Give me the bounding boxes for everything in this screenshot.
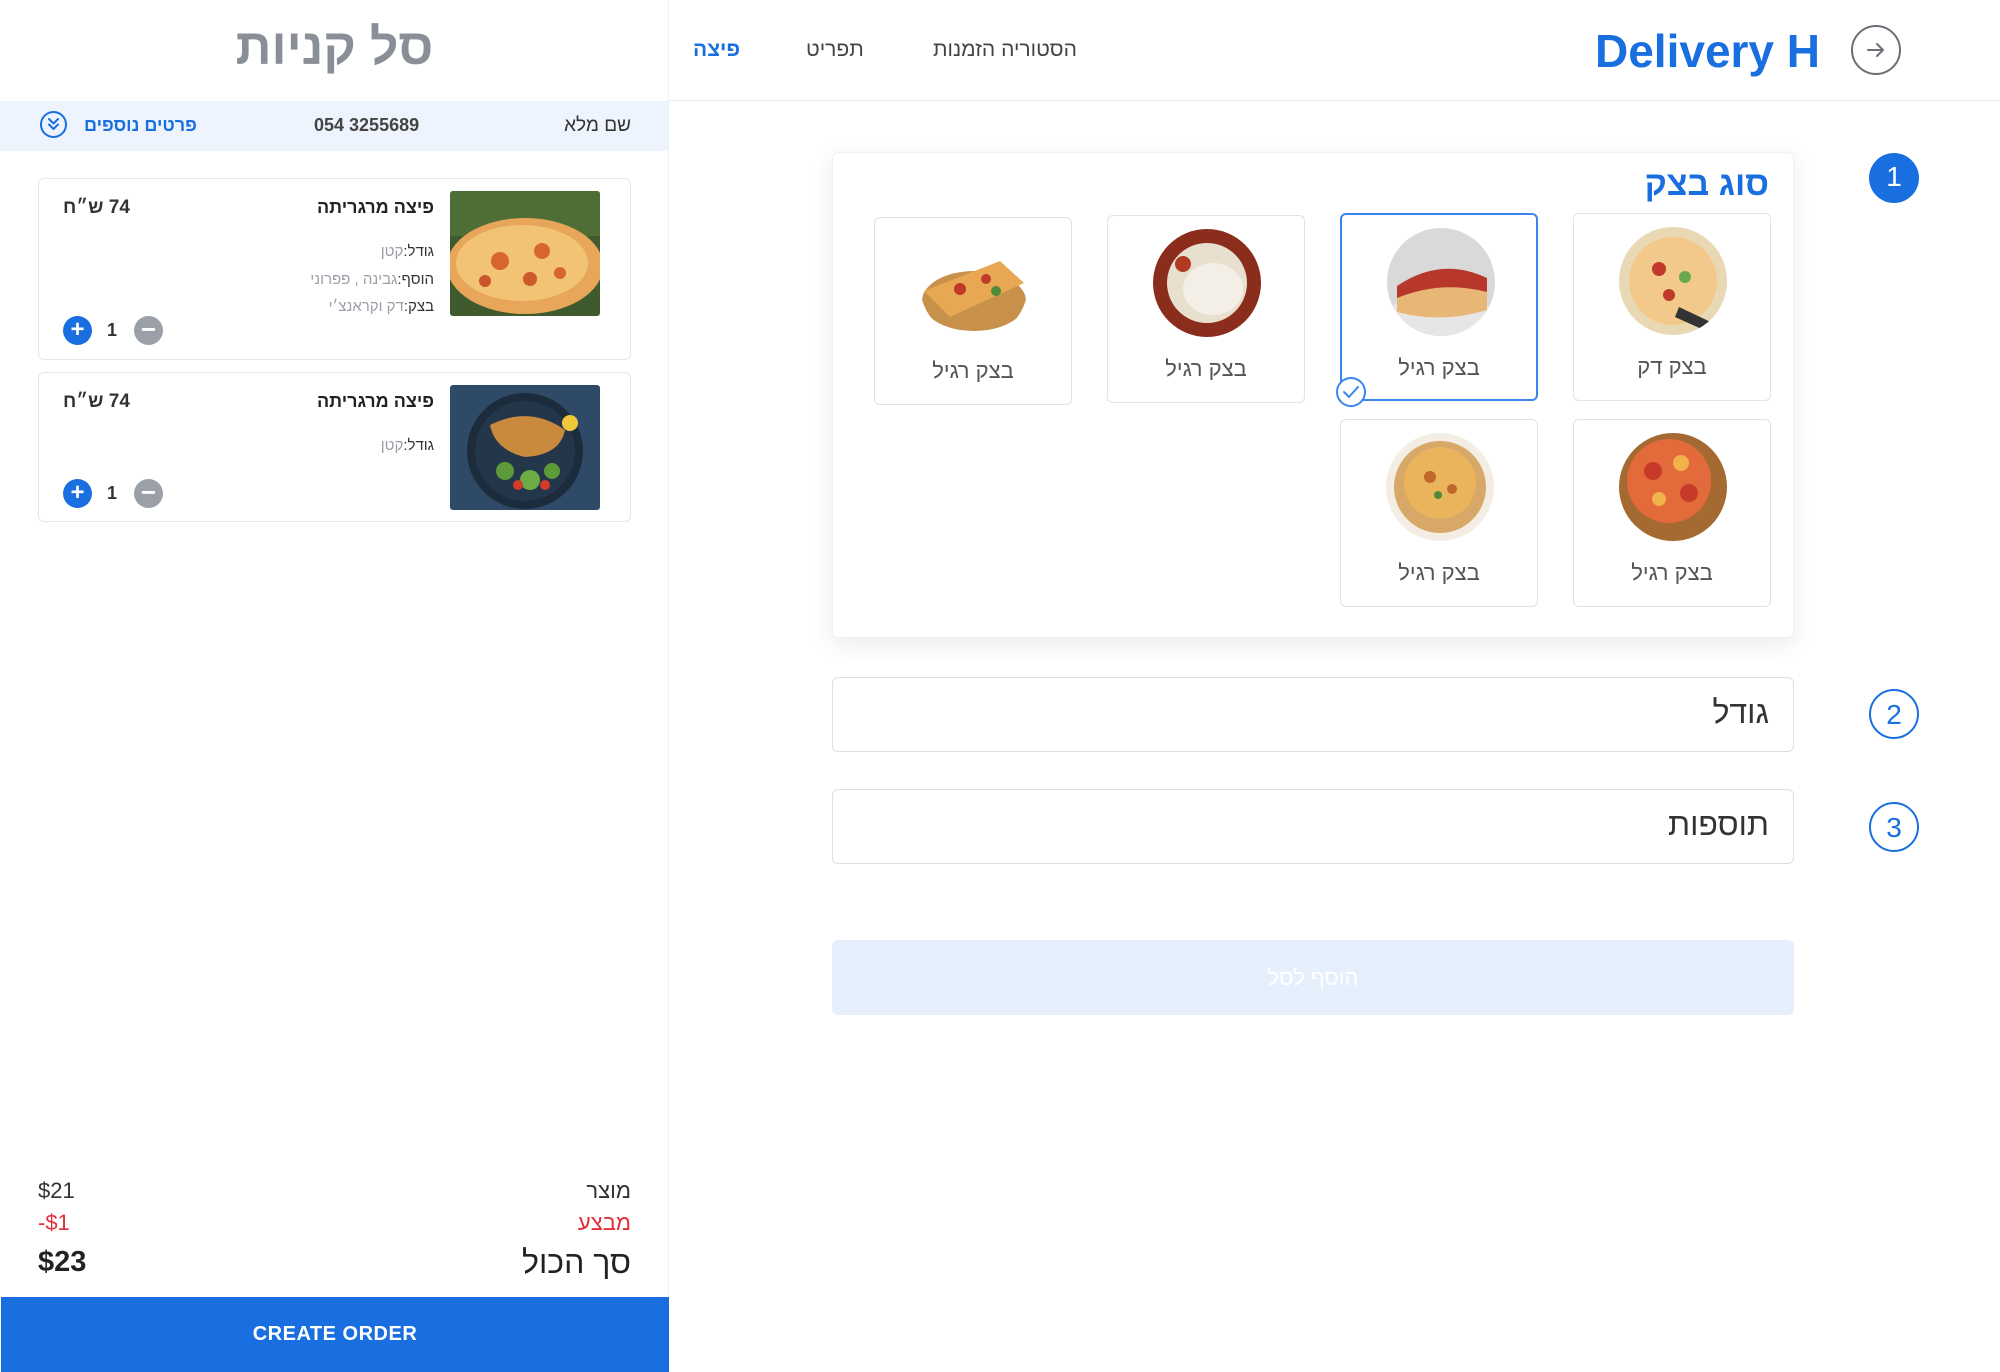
toppings-section-title: תוספות (1667, 806, 1769, 842)
cart-item: פיצה מרגריתה 74 ש״ח גודל:קטן + 1 − (38, 372, 631, 522)
quantity-stepper: + 1 − (63, 479, 173, 509)
double-chevron-down-icon[interactable] (40, 111, 67, 138)
arrow-right-icon[interactable] (1851, 25, 1901, 75)
item-name: פיצה מרגריתה (317, 391, 434, 411)
customer-bar: שם מלא 054 3255689 פרטים נוספים (0, 101, 669, 151)
discount-value: -$1 (38, 1210, 70, 1235)
item-detail: בצק:דק וקראנצ׳י (328, 298, 434, 315)
item-detail: גודל:קטן (380, 243, 434, 260)
pizza-image (450, 191, 600, 316)
dish-image (450, 385, 600, 510)
item-price: 74 ש״ח (63, 197, 130, 218)
size-section[interactable]: גודל (832, 677, 1794, 752)
quantity-value: 1 (107, 483, 118, 503)
dough-option[interactable]: בצק רגיל (1573, 419, 1771, 607)
dough-option-label: בצק רגיל (1165, 356, 1247, 381)
dough-option[interactable]: בצק רגיל (874, 217, 1072, 405)
step-3-badge: 3 (1869, 802, 1919, 852)
pizza-image (1619, 227, 1727, 335)
total-label: סך הכול (522, 1244, 631, 1280)
cart-title: סל קניות (235, 19, 434, 75)
item-name: פיצה מרגריתה (317, 197, 434, 217)
product-label: מוצר (586, 1178, 631, 1203)
step-1-badge: 1 (1869, 153, 1919, 203)
nav-order-history[interactable]: הסטוריה הזמנות (933, 38, 1077, 62)
dough-type-title: סוג בצק (1644, 165, 1769, 203)
item-detail: הוסף:גבינה , פפרוני (310, 271, 434, 288)
summary-product-row: מוצר $21 (38, 1178, 631, 1208)
summary-total-row: סך הכול $23 (38, 1244, 631, 1280)
add-to-cart-button[interactable]: הוסף לסל (832, 940, 1794, 1015)
minus-icon[interactable]: − (134, 316, 163, 345)
dough-option-label: בצק רגיל (932, 358, 1014, 383)
pizza-image (1387, 228, 1495, 336)
nav-pizza[interactable]: פיצה (693, 38, 740, 62)
dough-option[interactable]: בצק רגיל (1107, 215, 1305, 403)
product-value: $21 (38, 1178, 75, 1203)
brand-logo: Delivery H (1595, 25, 1821, 77)
plus-icon[interactable]: + (63, 479, 92, 508)
create-order-button[interactable]: CREATE ORDER (1, 1297, 669, 1372)
item-price: 74 ש״ח (63, 391, 130, 412)
plus-icon[interactable]: + (63, 316, 92, 345)
customer-name-label: שם מלא (564, 115, 631, 136)
dough-option[interactable]: בצק דק (1573, 213, 1771, 401)
item-detail: גודל:קטן (380, 437, 434, 454)
total-value: $23 (38, 1246, 87, 1278)
discount-label: מבצע (577, 1210, 631, 1235)
toppings-section[interactable]: תוספות (832, 789, 1794, 864)
pizza-image (1619, 433, 1727, 541)
quantity-value: 1 (107, 320, 118, 340)
dough-option-label: בצק דק (1637, 354, 1707, 379)
step-2-badge: 2 (1869, 689, 1919, 739)
quantity-stepper: + 1 − (63, 316, 173, 346)
dough-option-label: בצק רגיל (1398, 355, 1480, 380)
summary-discount-row: מבצע -$1 (38, 1210, 631, 1240)
more-details-link[interactable]: פרטים נוספים (84, 115, 197, 136)
size-section-title: גודל (1712, 694, 1769, 730)
dough-option[interactable]: בצק רגיל (1340, 419, 1538, 607)
nav-menu[interactable]: תפריט (806, 38, 864, 62)
pizza-image (1153, 229, 1261, 337)
dough-option-selected[interactable]: בצק רגיל (1336, 213, 1538, 407)
check-icon (1336, 377, 1366, 407)
dough-option-label: בצק רגיל (1398, 560, 1480, 585)
cart-panel: סל קניות שם מלא 054 3255689 פרטים נוספים… (0, 0, 669, 1372)
dough-option-label: בצק רגיל (1631, 560, 1713, 585)
customer-phone: 054 3255689 (314, 115, 420, 135)
minus-icon[interactable]: − (134, 479, 163, 508)
cart-item: פיצה מרגריתה 74 ש״ח גודל:קטן הוסף:גבינה … (38, 178, 631, 360)
dough-type-card: סוג בצק בצק דק בצק רגיל בצק רגיל בצק רגי… (832, 152, 1794, 638)
pizza-image (1386, 433, 1494, 541)
pizza-image (920, 231, 1028, 339)
